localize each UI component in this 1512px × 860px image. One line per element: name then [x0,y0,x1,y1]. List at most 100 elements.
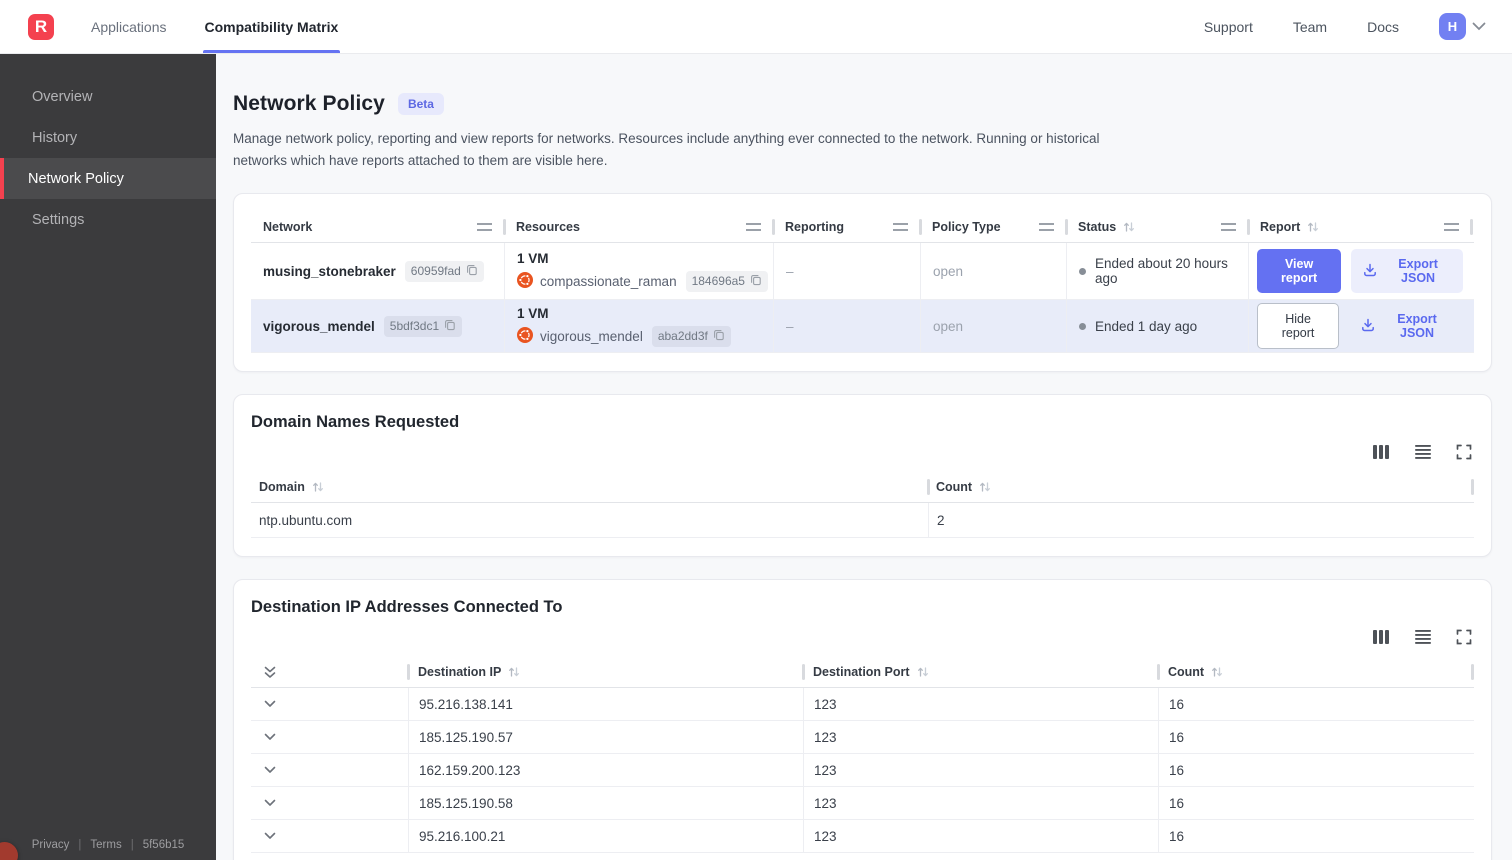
column-resize-handle[interactable] [893,223,908,232]
vm-count: 1 VM [517,305,549,321]
avatar: H [1439,13,1466,40]
columns-icon[interactable] [1372,444,1390,460]
column-header-domain[interactable]: Domain [251,472,928,502]
tab-compatibility-matrix[interactable]: Compatibility Matrix [202,0,341,53]
domains-card: Domain Names Requested Domain Count ntp.… [233,394,1492,558]
copy-icon[interactable] [444,319,456,334]
column-header-reporting[interactable]: Reporting [773,212,920,242]
export-json-button[interactable]: Export JSON [1349,304,1463,348]
expand-all-icon[interactable] [264,666,276,679]
team-link[interactable]: Team [1293,19,1327,35]
status-cell: Ended about 20 hours ago [1066,243,1248,300]
columns-icon[interactable] [1372,629,1390,645]
sort-icon [508,666,520,678]
top-nav: R Applications Compatibility Matrix Supp… [0,0,1512,54]
report-cell: Hide report Export JSON [1248,300,1471,353]
copy-icon[interactable] [750,274,762,289]
view-report-button[interactable]: View report [1257,249,1342,294]
destination-port-cell: 123 [803,787,1158,820]
column-header-destination-ip[interactable]: Destination IP [408,657,803,687]
column-header-count[interactable]: Count [928,472,1472,502]
terms-link[interactable]: Terms [90,839,121,851]
policy-type-cell: open [920,300,1066,353]
sidebar-item-network-policy[interactable]: Network Policy [0,158,216,199]
privacy-link[interactable]: Privacy [32,839,70,851]
column-header-policy-type[interactable]: Policy Type [920,212,1066,242]
status-dot [1079,267,1086,275]
sort-icon [1123,221,1135,233]
hide-report-button[interactable]: Hide report [1257,303,1340,350]
column-header-network[interactable]: Network [251,212,504,242]
fullscreen-icon[interactable] [1456,629,1472,645]
resources-cell: 1 VM vigorous_mendel aba2dd3f [504,300,773,353]
reporting-cell: – [773,243,920,300]
page-title: Network Policy [233,92,385,115]
sidebar-item-overview[interactable]: Overview [0,76,216,117]
row-expander-cell [251,766,408,774]
sidebar-item-settings[interactable]: Settings [0,199,216,240]
column-resize-handle[interactable] [1221,223,1236,232]
fullscreen-icon[interactable] [1456,444,1472,460]
sort-icon [1307,221,1319,233]
status-dot [1079,322,1086,330]
user-menu[interactable]: H [1439,13,1486,40]
chevron-down-icon[interactable] [264,700,276,708]
row-height-icon[interactable] [1414,629,1432,645]
tab-applications[interactable]: Applications [89,0,169,53]
docs-link[interactable]: Docs [1367,19,1399,35]
chevron-down-icon[interactable] [264,733,276,741]
ips-table-header: Destination IP Destination Port Count [251,657,1474,689]
export-label: Export JSON [1398,257,1438,286]
support-link[interactable]: Support [1204,19,1253,35]
chevron-down-icon[interactable] [264,799,276,807]
row-expander-cell [251,832,408,840]
column-header-count[interactable]: Count [1158,657,1472,687]
network-name: vigorous_mendel [263,318,375,334]
column-label: Policy Type [932,220,1001,235]
column-resize-handle[interactable] [1039,223,1054,232]
resource-id-pill: 184696a5 [685,270,768,292]
export-json-button[interactable]: Export JSON [1351,249,1463,294]
domains-table-header: Domain Count [251,472,1474,504]
ip-row[interactable]: 185.125.190.58 123 16 [251,787,1474,821]
count-cell: 16 [1158,820,1472,853]
expand-all-header [251,657,408,687]
chevron-down-icon[interactable] [264,832,276,840]
column-label: Resources [516,220,580,235]
column-header-report[interactable]: Report [1248,212,1471,242]
count-cell: 16 [1158,754,1472,787]
column-label: Network [263,220,313,235]
page-header: Network Policy Beta [233,92,1492,116]
networks-card: Network Resources Reporting Policy Type … [233,193,1492,373]
sort-icon [979,481,991,493]
ip-row[interactable]: 185.125.190.57 123 16 [251,721,1474,755]
ip-row[interactable]: 95.216.138.141 123 16 [251,688,1474,722]
destination-ip-cell: 185.125.190.58 [408,787,803,820]
column-label: Destination IP [418,665,502,680]
column-header-resources[interactable]: Resources [504,212,773,242]
column-label: Count [1168,665,1205,680]
copy-icon[interactable] [713,329,725,344]
destination-port-cell: 123 [803,688,1158,721]
policy-type-cell: open [920,243,1066,300]
column-header-destination-port[interactable]: Destination Port [803,657,1158,687]
status-cell: Ended 1 day ago [1066,300,1248,353]
networks-table-header: Network Resources Reporting Policy Type … [251,212,1474,244]
network-row[interactable]: musing_stonebraker 60959fad 1 VM compass… [251,243,1474,301]
logo-letter: R [34,17,48,36]
column-header-status[interactable]: Status [1066,212,1248,242]
ip-row[interactable]: 95.216.100.21 123 16 [251,820,1474,854]
network-id: 5bdf3dc1 [389,319,440,334]
sidebar-item-history[interactable]: History [0,117,216,158]
column-resize-handle[interactable] [746,223,761,232]
column-resize-handle[interactable] [1444,223,1459,232]
chevron-down-icon[interactable] [264,766,276,774]
copy-icon[interactable] [466,264,478,279]
app-logo[interactable]: R [28,14,54,40]
row-height-icon[interactable] [1414,444,1432,460]
domain-row[interactable]: ntp.ubuntu.com 2 [251,503,1474,539]
export-label: Export JSON [1397,312,1437,341]
column-resize-handle[interactable] [477,223,492,232]
network-row[interactable]: vigorous_mendel 5bdf3dc1 1 VM vigorous_m… [251,300,1474,354]
ip-row[interactable]: 162.159.200.123 123 16 [251,754,1474,788]
